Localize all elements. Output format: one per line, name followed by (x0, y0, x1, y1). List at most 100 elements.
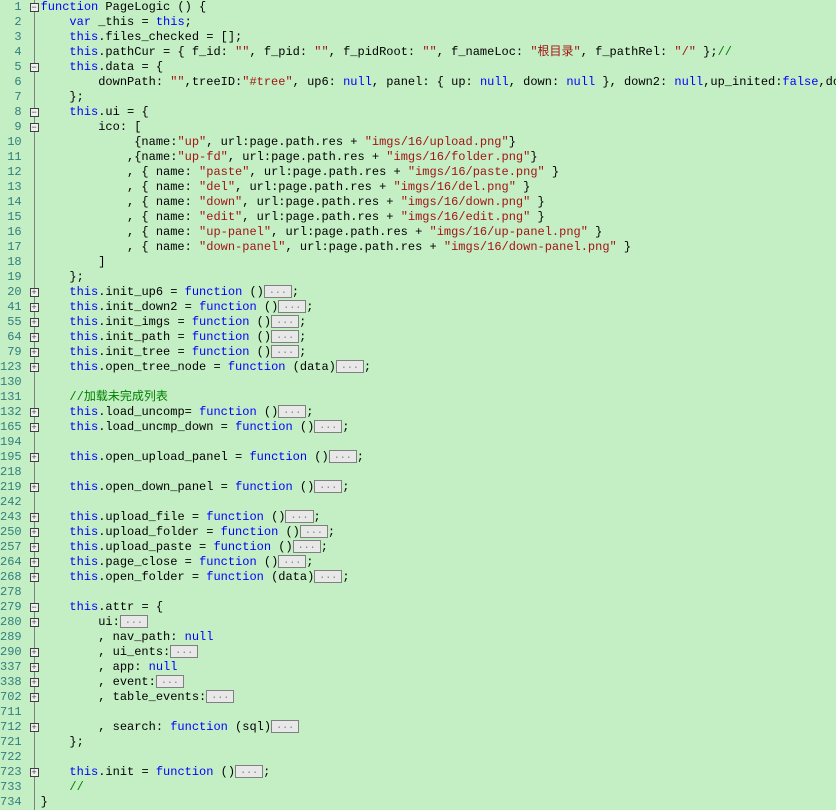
fold-collapse-icon[interactable]: − (30, 108, 39, 117)
code-line[interactable]: this.pathCur = { f_id: "", f_pid: "", f_… (41, 45, 836, 60)
fold-expand-icon[interactable]: + (30, 528, 39, 537)
folded-region[interactable]: ... (293, 540, 321, 553)
code-line[interactable]: } (41, 795, 836, 810)
fold-expand-icon[interactable]: + (30, 558, 39, 567)
folded-region[interactable]: ... (271, 720, 299, 733)
code-line[interactable]: this.open_down_panel = function ()...; (41, 480, 836, 495)
fold-expand-icon[interactable]: + (30, 483, 39, 492)
code-line[interactable]: ,{name:"up-fd", url:page.path.res + "img… (41, 150, 836, 165)
folded-region[interactable]: ... (235, 765, 263, 778)
code-line[interactable] (41, 435, 836, 450)
fold-expand-icon[interactable]: + (30, 693, 39, 702)
fold-collapse-icon[interactable]: − (30, 3, 39, 12)
code-line[interactable]: ico: [ (41, 120, 836, 135)
folded-region[interactable]: ... (156, 675, 184, 688)
fold-expand-icon[interactable]: + (30, 543, 39, 552)
code-line[interactable]: , event:... (41, 675, 836, 690)
code-line[interactable]: //加载未完成列表 (41, 390, 836, 405)
code-line[interactable]: this.files_checked = []; (41, 30, 836, 45)
folded-region[interactable]: ... (120, 615, 148, 628)
code-line[interactable]: }; (41, 270, 836, 285)
code-line[interactable] (41, 465, 836, 480)
code-line[interactable] (41, 375, 836, 390)
code-line[interactable]: , nav_path: null (41, 630, 836, 645)
fold-expand-icon[interactable]: + (30, 423, 39, 432)
code-area[interactable]: function PageLogic () { var _this = this… (39, 0, 836, 810)
code-line[interactable]: , ui_ents:... (41, 645, 836, 660)
code-line[interactable]: this.init_up6 = function ()...; (41, 285, 836, 300)
code-line[interactable]: this.open_folder = function (data)...; (41, 570, 836, 585)
fold-expand-icon[interactable]: + (30, 333, 39, 342)
fold-expand-icon[interactable]: + (30, 618, 39, 627)
code-line[interactable]: this.ui = { (41, 105, 836, 120)
folded-region[interactable]: ... (278, 555, 306, 568)
fold-expand-icon[interactable]: + (30, 363, 39, 372)
code-line[interactable]: , { name: "del", url:page.path.res + "im… (41, 180, 836, 195)
fold-expand-icon[interactable]: + (30, 768, 39, 777)
folded-region[interactable]: ... (300, 525, 328, 538)
code-line[interactable]: this.init_tree = function ()...; (41, 345, 836, 360)
code-line[interactable]: this.data = { (41, 60, 836, 75)
code-line[interactable]: this.init_path = function ()...; (41, 330, 836, 345)
fold-collapse-icon[interactable]: − (30, 63, 39, 72)
code-line[interactable]: , search: function (sql)... (41, 720, 836, 735)
fold-expand-icon[interactable]: + (30, 678, 39, 687)
code-line[interactable]: this.init_imgs = function ()...; (41, 315, 836, 330)
fold-expand-icon[interactable]: + (30, 453, 39, 462)
fold-expand-icon[interactable]: + (30, 303, 39, 312)
code-line[interactable]: , { name: "down", url:page.path.res + "i… (41, 195, 836, 210)
code-line[interactable] (41, 705, 836, 720)
code-line[interactable]: this.init_down2 = function ()...; (41, 300, 836, 315)
code-line[interactable]: downPath: "",treeID:"#tree", up6: null, … (41, 75, 836, 90)
folded-region[interactable]: ... (170, 645, 198, 658)
code-line[interactable]: this.upload_file = function ()...; (41, 510, 836, 525)
code-line[interactable]: // (41, 780, 836, 795)
code-line[interactable]: , { name: "down-panel", url:page.path.re… (41, 240, 836, 255)
folded-region[interactable]: ... (314, 480, 342, 493)
code-line[interactable]: this.upload_paste = function ()...; (41, 540, 836, 555)
code-line[interactable]: this.attr = { (41, 600, 836, 615)
folded-region[interactable]: ... (336, 360, 364, 373)
code-line[interactable] (41, 750, 836, 765)
folded-region[interactable]: ... (271, 315, 299, 328)
fold-collapse-icon[interactable]: − (30, 123, 39, 132)
fold-expand-icon[interactable]: + (30, 348, 39, 357)
code-line[interactable]: this.upload_folder = function ()...; (41, 525, 836, 540)
folded-region[interactable]: ... (271, 330, 299, 343)
code-line[interactable]: this.open_upload_panel = function ()...; (41, 450, 836, 465)
code-line[interactable]: ui:... (41, 615, 836, 630)
folded-region[interactable]: ... (206, 690, 234, 703)
folded-region[interactable]: ... (314, 420, 342, 433)
code-line[interactable]: function PageLogic () { (41, 0, 836, 15)
code-line[interactable] (41, 495, 836, 510)
code-line[interactable]: , table_events:... (41, 690, 836, 705)
fold-expand-icon[interactable]: + (30, 573, 39, 582)
folded-region[interactable]: ... (264, 285, 292, 298)
code-line[interactable]: , { name: "paste", url:page.path.res + "… (41, 165, 836, 180)
folded-region[interactable]: ... (278, 300, 306, 313)
folded-region[interactable]: ... (271, 345, 299, 358)
code-line[interactable]: this.init = function ()...; (41, 765, 836, 780)
folded-region[interactable]: ... (329, 450, 357, 463)
fold-expand-icon[interactable]: + (30, 408, 39, 417)
fold-expand-icon[interactable]: + (30, 513, 39, 522)
code-line[interactable]: {name:"up", url:page.path.res + "imgs/16… (41, 135, 836, 150)
fold-expand-icon[interactable]: + (30, 723, 39, 732)
code-line[interactable]: , app: null (41, 660, 836, 675)
code-line[interactable]: this.load_uncmp_down = function ()...; (41, 420, 836, 435)
fold-expand-icon[interactable]: + (30, 318, 39, 327)
fold-expand-icon[interactable]: + (30, 288, 39, 297)
code-line[interactable]: ] (41, 255, 836, 270)
folded-region[interactable]: ... (278, 405, 306, 418)
code-line[interactable]: }; (41, 735, 836, 750)
code-line[interactable]: this.page_close = function ()...; (41, 555, 836, 570)
code-line[interactable]: this.load_uncomp= function ()...; (41, 405, 836, 420)
folded-region[interactable]: ... (314, 570, 342, 583)
fold-expand-icon[interactable]: + (30, 663, 39, 672)
fold-expand-icon[interactable]: + (30, 648, 39, 657)
code-line[interactable] (41, 585, 836, 600)
fold-collapse-icon[interactable]: − (30, 603, 39, 612)
folded-region[interactable]: ... (285, 510, 313, 523)
code-line[interactable]: , { name: "edit", url:page.path.res + "i… (41, 210, 836, 225)
code-line[interactable]: }; (41, 90, 836, 105)
